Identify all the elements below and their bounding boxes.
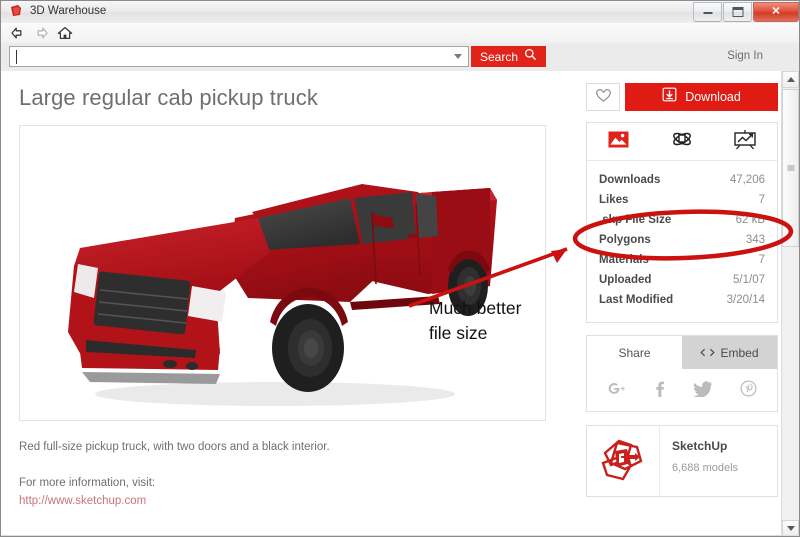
author-card[interactable]: SketchUp 6,688 models — [586, 425, 778, 497]
google-plus-icon[interactable] — [607, 381, 627, 400]
annotation-line-2: file size — [429, 322, 488, 343]
browser-window: 3D Warehouse ✕ Search Sign In Large regu… — [0, 0, 800, 537]
sidebar: Download Downloads 47,206 Likes 7 .skp F… — [586, 83, 778, 497]
share-card: Share Embed — [586, 335, 778, 412]
photo-tab[interactable] — [587, 123, 650, 160]
stat-value: 5/1/07 — [733, 274, 765, 286]
text-caret — [16, 50, 17, 64]
author-model-count: 6,688 models — [672, 462, 739, 474]
table-row: Last Modified 3/20/14 — [599, 290, 765, 310]
vertical-scrollbar[interactable] — [781, 71, 799, 536]
stat-label: .skp File Size — [599, 214, 672, 226]
table-row: Uploaded 5/1/07 — [599, 270, 765, 290]
sign-in-link[interactable]: Sign In — [727, 50, 763, 62]
table-row: Polygons 343 — [599, 230, 765, 250]
search-button-label: Search — [480, 49, 519, 64]
download-button-label: Download — [685, 90, 741, 104]
social-row — [587, 369, 777, 411]
stat-value: 3/20/14 — [726, 294, 765, 306]
description-line-2: For more information, visit: — [19, 476, 156, 489]
table-row: Downloads 47,206 — [599, 170, 765, 190]
stat-label: Likes — [599, 194, 629, 206]
stat-label: Materials — [599, 254, 649, 266]
stat-value: 7 — [758, 194, 765, 206]
stats-tab[interactable] — [714, 123, 777, 160]
address-bar-row: Search Sign In — [1, 43, 799, 72]
window-title: 3D Warehouse — [30, 5, 107, 17]
scrollbar-thumb[interactable] — [782, 89, 799, 247]
twitter-icon[interactable] — [693, 380, 713, 400]
chevron-down-icon[interactable] — [454, 54, 462, 59]
author-name: SketchUp — [672, 439, 728, 453]
close-button[interactable]: ✕ — [753, 2, 799, 22]
search-icon — [524, 48, 537, 66]
pinterest-icon[interactable] — [740, 380, 757, 400]
favorite-button[interactable] — [586, 83, 620, 111]
minimize-button[interactable] — [693, 2, 722, 22]
stat-value: 7 — [758, 254, 765, 266]
table-row-file-size: .skp File Size 62 kB — [599, 210, 765, 230]
window-controls: ✕ — [692, 2, 799, 22]
tab-embed[interactable]: Embed — [682, 336, 777, 369]
model-description: Red full-size pickup truck, with two doo… — [19, 439, 539, 510]
download-icon — [662, 87, 677, 107]
annotation-line-1: Much better — [429, 298, 522, 318]
home-icon[interactable] — [57, 25, 73, 41]
stat-label: Downloads — [599, 174, 661, 186]
tab-share[interactable]: Share — [587, 336, 682, 369]
sketchup-link[interactable]: http://www.sketchup.com — [19, 495, 146, 507]
stat-label: Polygons — [599, 234, 651, 246]
image-icon — [608, 131, 629, 153]
status-bar — [1, 535, 799, 536]
tab-embed-label: Embed — [720, 345, 759, 360]
stat-value: 62 kB — [735, 214, 765, 226]
heart-icon — [595, 87, 612, 108]
forward-arrow-icon[interactable] — [33, 25, 49, 41]
sketchup-logo-icon — [587, 426, 660, 496]
description-line-1: Red full-size pickup truck, with two doo… — [19, 441, 330, 453]
model-viewer[interactable] — [19, 125, 546, 421]
back-arrow-icon[interactable] — [9, 25, 25, 41]
pickup-truck-render — [20, 126, 545, 420]
title-bar-left: 3D Warehouse — [9, 4, 106, 18]
stat-label: Last Modified — [599, 294, 674, 306]
stats-list: Downloads 47,206 Likes 7 .skp File Size … — [587, 161, 777, 322]
chart-presentation-icon — [733, 129, 757, 155]
stats-card: Downloads 47,206 Likes 7 .skp File Size … — [586, 122, 778, 323]
code-brackets-icon — [700, 346, 716, 360]
share-tabs: Share Embed — [587, 336, 777, 369]
maximize-button[interactable] — [723, 2, 752, 22]
stat-value: 343 — [745, 234, 765, 246]
stat-value: 47,206 — [729, 174, 765, 186]
sketchup-icon — [9, 4, 23, 18]
title-bar: 3D Warehouse ✕ — [1, 1, 799, 24]
stats-tabs — [587, 123, 777, 161]
search-button[interactable]: Search — [471, 46, 547, 67]
tab-share-label: Share — [618, 345, 651, 360]
model-tab[interactable] — [650, 123, 713, 160]
annotation-text: Much better file size — [429, 296, 521, 346]
facebook-icon[interactable] — [654, 380, 665, 401]
orbit-3d-icon — [671, 129, 693, 154]
stat-label: Uploaded — [599, 274, 652, 286]
navigation-bar — [1, 23, 799, 44]
scroll-up-button[interactable] — [782, 71, 799, 88]
search-input[interactable] — [9, 46, 469, 67]
page-title: Large regular cab pickup truck — [19, 85, 318, 110]
download-button[interactable]: Download — [625, 83, 778, 111]
scrollbar-grip — [787, 165, 794, 171]
table-row: Likes 7 — [599, 190, 765, 210]
author-meta: SketchUp 6,688 models — [660, 426, 777, 496]
action-row: Download — [586, 83, 778, 111]
nav-buttons — [9, 25, 73, 41]
page-content: Large regular cab pickup truck Red full-… — [1, 71, 783, 536]
table-row: Materials 7 — [599, 250, 765, 270]
